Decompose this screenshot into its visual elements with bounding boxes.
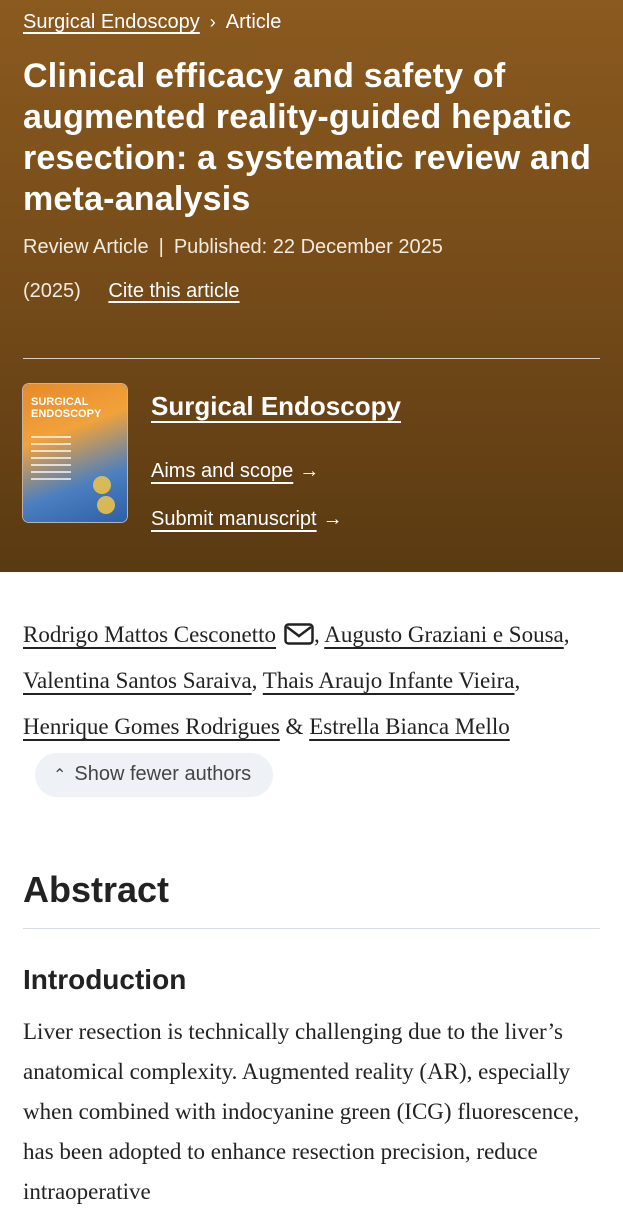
meta-separator: | xyxy=(158,236,164,258)
cover-decoration xyxy=(31,436,71,485)
journal-title-link[interactable]: Surgical Endoscopy xyxy=(151,390,401,422)
article-type: Review Article xyxy=(23,236,149,258)
article-meta: Review Article | Published: 22 December 20… xyxy=(23,233,443,261)
article-citation-row: (2025) Cite this article xyxy=(23,277,240,305)
author-link[interactable]: Estrella Bianca Mello xyxy=(309,714,510,739)
mail-icon[interactable] xyxy=(284,623,314,645)
header-divider xyxy=(23,358,600,359)
author-link[interactable]: Henrique Gomes Rodrigues xyxy=(23,714,280,739)
article-header: Surgical Endoscopy › Article Clinical ef… xyxy=(0,0,623,572)
author-link[interactable]: Rodrigo Mattos Cesconetto xyxy=(23,622,276,647)
cover-decoration-disc xyxy=(97,496,115,514)
breadcrumb-current: Article xyxy=(225,11,282,33)
breadcrumb: Surgical Endoscopy › Article xyxy=(23,8,281,36)
aims-and-scope-link[interactable]: Aims and scope → xyxy=(151,458,319,484)
cite-article-link[interactable]: Cite this article xyxy=(108,280,239,302)
cover-decoration-disc xyxy=(93,476,111,494)
aims-and-scope-label: Aims and scope xyxy=(151,460,294,482)
published-date: Published: 22 December 2025 xyxy=(173,236,443,258)
author-link[interactable]: Valentina Santos Saraiva xyxy=(23,668,252,693)
cover-title: SURGICAL ENDOSCOPY xyxy=(31,396,102,420)
author-list: Rodrigo Mattos Cesconetto, Augusto Grazi… xyxy=(23,612,603,797)
chevron-right-icon: › xyxy=(209,12,216,32)
submit-manuscript-label: Submit manuscript xyxy=(151,508,317,530)
article-title: Clinical efficacy and safety of augmente… xyxy=(23,57,592,218)
article-year: (2025) xyxy=(23,280,81,302)
introduction-heading: Introduction xyxy=(23,964,187,995)
show-fewer-authors-button[interactable]: ⌃ Show fewer authors xyxy=(35,752,274,797)
journal-cover-image[interactable]: SURGICAL ENDOSCOPY xyxy=(23,384,127,522)
arrow-right-icon: → xyxy=(322,508,343,530)
submit-manuscript-link[interactable]: Submit manuscript → xyxy=(151,506,343,532)
author-link[interactable]: Thais Araujo Infante Vieira xyxy=(263,668,515,693)
author-link[interactable]: Augusto Graziani e Sousa xyxy=(324,622,564,647)
show-fewer-authors-label: Show fewer authors xyxy=(74,762,252,785)
breadcrumb-journal-link[interactable]: Surgical Endoscopy xyxy=(23,8,200,36)
introduction-text: Liver resection is technically challengi… xyxy=(23,1019,580,1204)
chevron-up-icon: ⌃ xyxy=(53,766,67,784)
arrow-right-icon: → xyxy=(299,460,320,482)
abstract-heading: Abstract xyxy=(23,869,170,910)
abstract-divider xyxy=(23,928,600,929)
